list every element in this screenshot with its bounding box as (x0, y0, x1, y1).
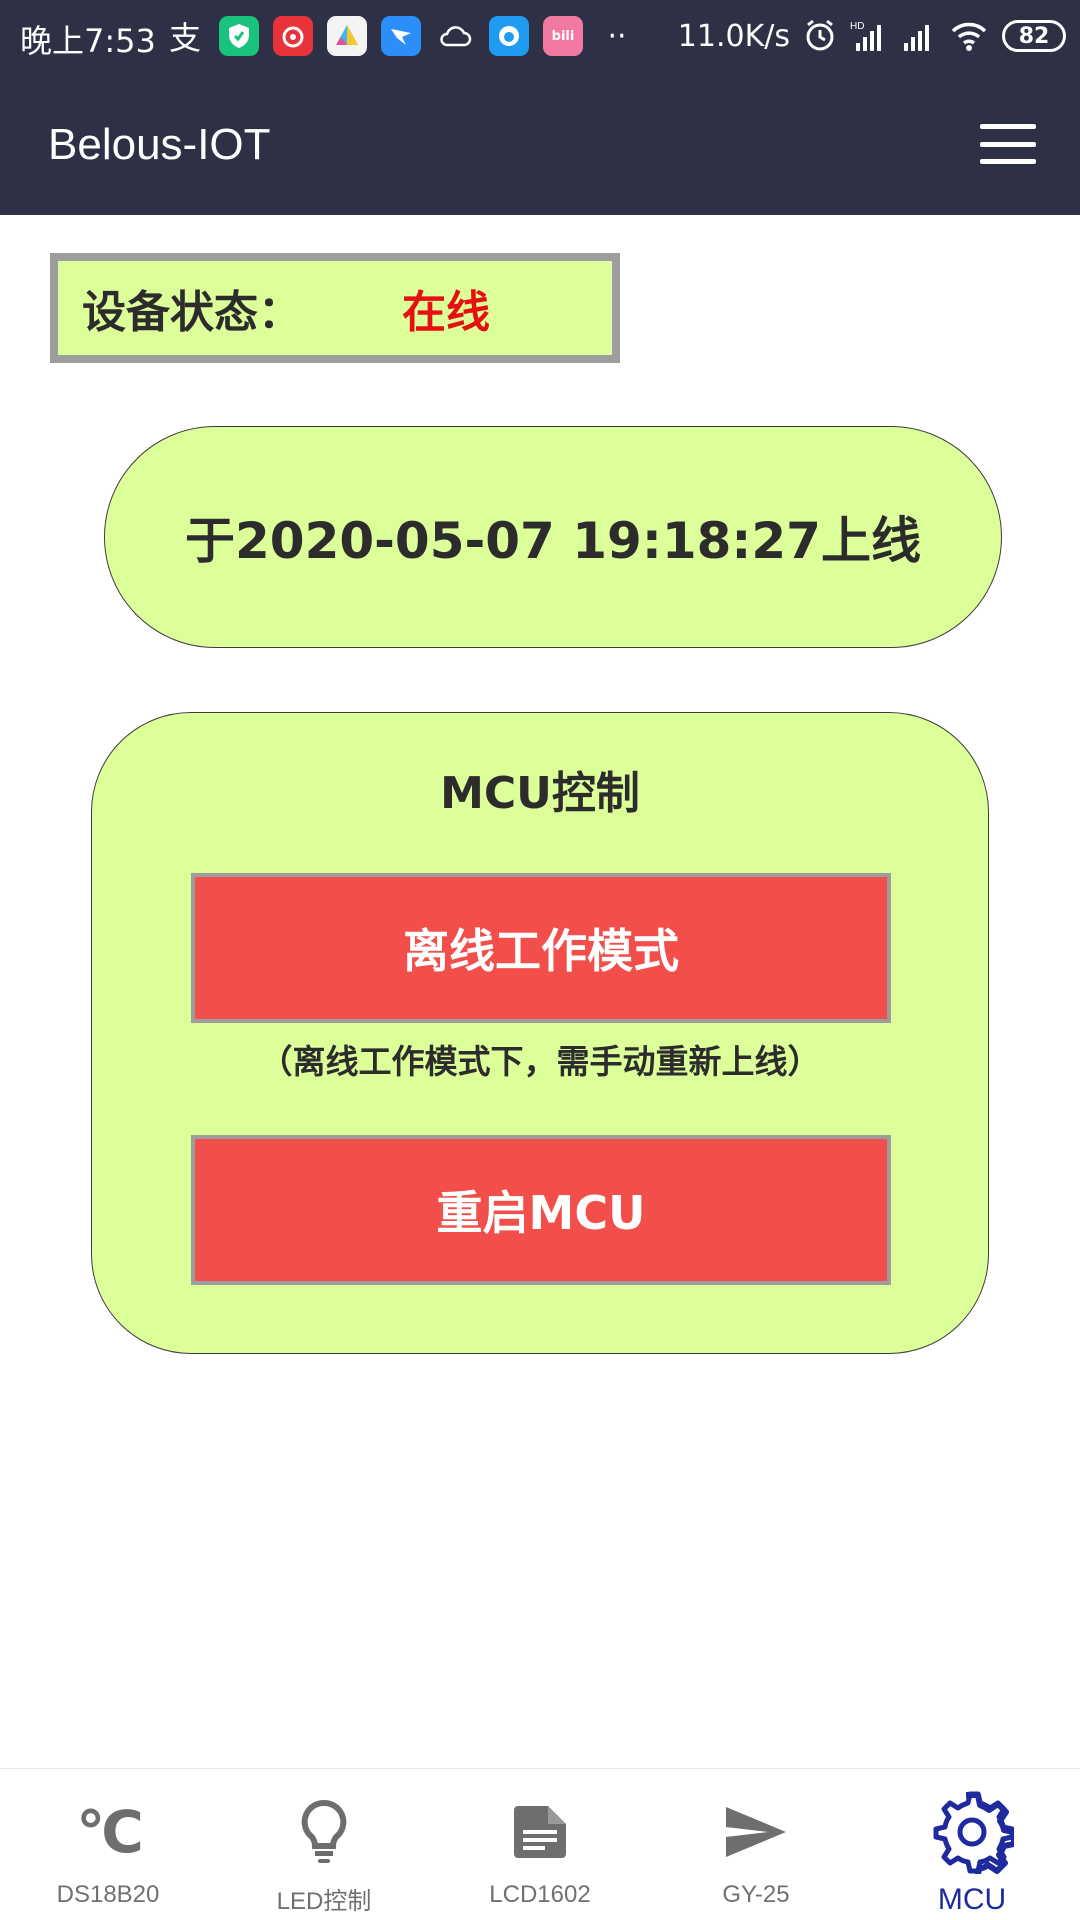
hd-signal-icon: HD (850, 21, 881, 51)
app-title: Belous-IOT (48, 120, 271, 169)
battery-icon: 82 (1002, 20, 1066, 52)
alarm-icon (806, 19, 834, 51)
wifi-icon (951, 22, 987, 51)
nav-label-lcd1602: LCD1602 (489, 1881, 591, 1908)
qq-app-icon (489, 16, 529, 56)
network-speed: 11.0K/s (677, 18, 790, 54)
mcu-panel-title: MCU控制 (440, 768, 640, 819)
svg-text:HD: HD (850, 21, 864, 32)
top-bar: 晚上7:53 支 bili ·· 11.0K/s HD 82 Belous-IO… (0, 0, 1080, 215)
device-status-box: 设备状态： 在线 (50, 253, 620, 363)
status-time: 晚上7:53 (20, 22, 156, 60)
status-right: 11.0K/s HD 82 (678, 14, 1066, 58)
restart-mcu-button[interactable]: 重启MCU (191, 1135, 891, 1285)
gear-icon (864, 1791, 1080, 1874)
notification-icons: 支 bili ·· (165, 14, 637, 58)
nav-label-gy25: GY-25 (722, 1881, 790, 1908)
netease-music-icon (273, 16, 313, 56)
device-status-label: 设备状态： (82, 287, 302, 338)
cloud-icon (435, 16, 475, 56)
menu-icon[interactable] (980, 124, 1036, 164)
nav-tab-ds18b20[interactable]: °C DS18B20 (0, 1769, 216, 1920)
bottom-nav: °C DS18B20 LED控制 LCD1602 GY-25 MCU (0, 1768, 1080, 1920)
nav-tab-lcd1602[interactable]: LCD1602 (432, 1769, 648, 1920)
bilibili-icon: bili (543, 16, 583, 56)
nav-tab-gy25[interactable]: GY-25 (648, 1769, 864, 1920)
app-screen: 晚上7:53 支 bili ·· 11.0K/s HD 82 Belous-IO… (0, 0, 1080, 1920)
status-bar: 晚上7:53 支 bili ·· 11.0K/s HD 82 (0, 0, 1080, 75)
device-status-value: 在线 (402, 287, 490, 338)
shield-app-icon (219, 16, 259, 56)
alipay-icon: 支 (168, 19, 201, 57)
nav-tab-led[interactable]: LED控制 (216, 1769, 432, 1920)
document-icon (432, 1797, 648, 1867)
nav-label-led: LED控制 (276, 1888, 372, 1915)
lightbulb-icon (216, 1797, 432, 1867)
celsius-icon: °C (76, 1798, 144, 1866)
signal-icon (904, 25, 929, 51)
online-time-text: 于2020-05-07 19:18:27上线 (185, 512, 921, 570)
offline-mode-button[interactable]: 离线工作模式 (191, 873, 891, 1023)
dingtalk-icon (381, 16, 421, 56)
mcu-control-panel: MCU控制 离线工作模式 （离线工作模式下，需手动重新上线） 重启MCU (91, 712, 989, 1354)
online-time-card: 于2020-05-07 19:18:27上线 (104, 426, 1002, 648)
photos-app-icon (327, 16, 367, 56)
offline-mode-note: （离线工作模式下，需手动重新上线） (259, 1042, 821, 1081)
nav-tab-mcu[interactable]: MCU (864, 1769, 1080, 1920)
nav-label-ds18b20: DS18B20 (56, 1881, 160, 1908)
more-dots-icon: ·· (607, 18, 627, 54)
send-icon (648, 1797, 864, 1867)
nav-label-mcu: MCU (937, 1883, 1007, 1916)
